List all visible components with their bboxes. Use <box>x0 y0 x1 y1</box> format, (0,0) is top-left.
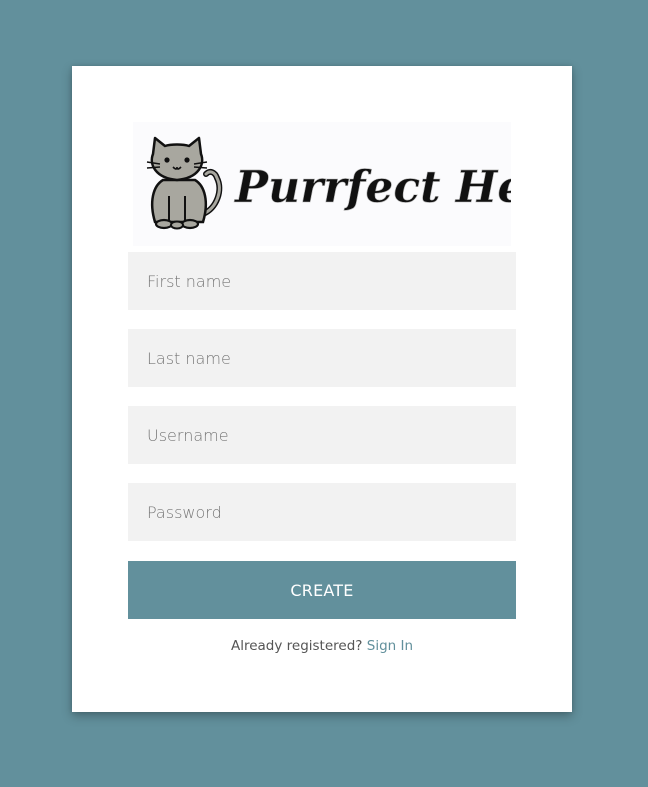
last-name-field[interactable] <box>128 329 516 387</box>
sign-in-prompt: Already registered? Sign In <box>72 638 572 654</box>
first-name-field[interactable] <box>128 252 516 310</box>
already-registered-text: Already registered? <box>230 638 363 654</box>
sign-in-link[interactable]: Sign In <box>367 638 413 654</box>
signup-card: Purrfect Health CREATE Already registere… <box>72 66 572 712</box>
logo-graphic: Purrfect Health <box>146 136 511 230</box>
password-field[interactable] <box>128 483 516 541</box>
username-field[interactable] <box>128 406 516 464</box>
logo-text: Purrfect Health <box>233 162 511 213</box>
brand-logo: Purrfect Health <box>133 122 511 246</box>
cat-icon <box>146 136 223 230</box>
create-button[interactable]: CREATE <box>128 561 516 619</box>
